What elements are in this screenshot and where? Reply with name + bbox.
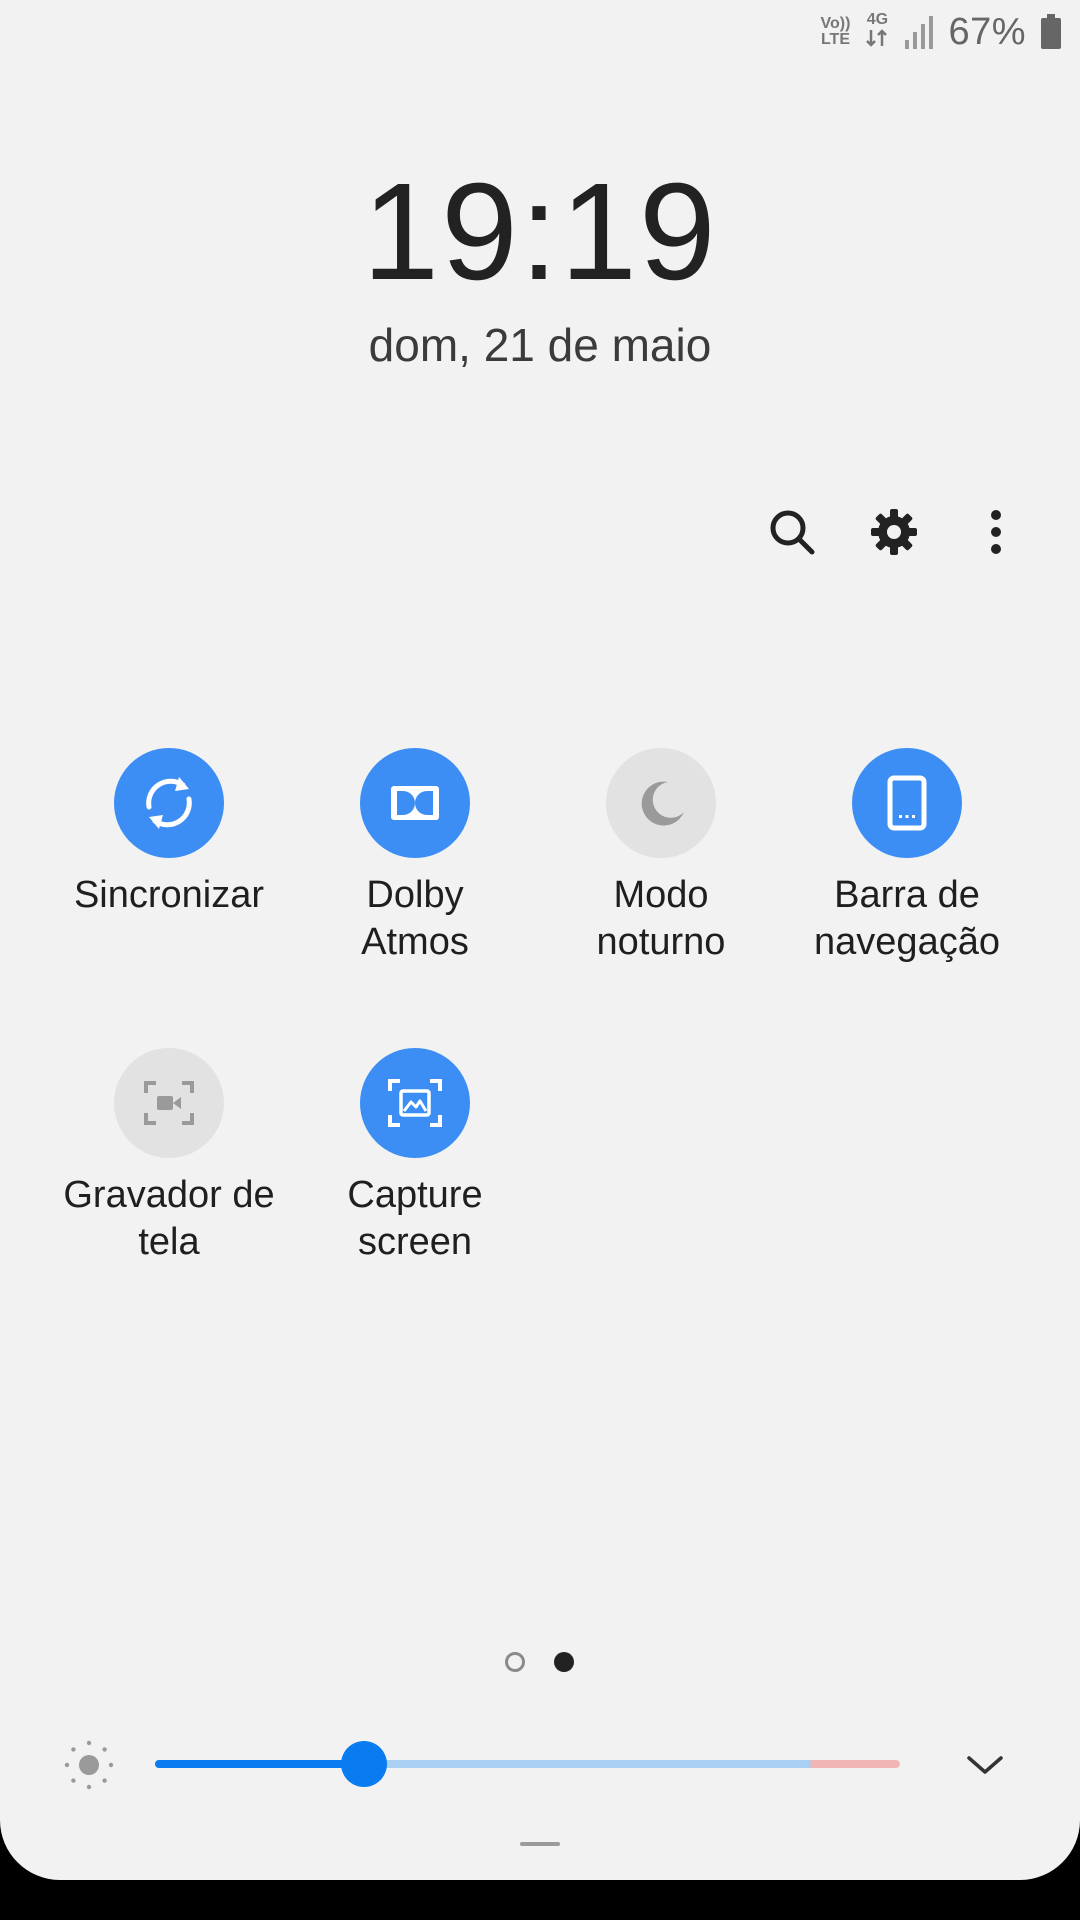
- expand-button[interactable]: [955, 1740, 1015, 1790]
- tile-screen-recorder-button[interactable]: [114, 1048, 224, 1158]
- tile-capture-screen-button[interactable]: [360, 1048, 470, 1158]
- brightness-slider-fill: [155, 1760, 364, 1768]
- signal-icon: [905, 16, 934, 49]
- tile-sync[interactable]: Sincronizar: [44, 748, 294, 919]
- volte-text: Vo)): [820, 15, 851, 32]
- chevron-down-icon: [967, 1756, 1003, 1774]
- tile-dolby-atmos-button[interactable]: [360, 748, 470, 858]
- brightness-slider-thumb[interactable]: [340, 1741, 387, 1787]
- quick-settings-panel: Vo)) LTE 4G 67% 19:19 dom, 21 de maio Si…: [0, 0, 1080, 1880]
- settings-gear-icon: [871, 509, 917, 555]
- page-dot-1[interactable]: [505, 1652, 525, 1672]
- clock-time[interactable]: 19:19: [0, 162, 1080, 302]
- clock-date[interactable]: dom, 21 de maio: [0, 318, 1080, 372]
- tile-dolby-atmos-label: Dolby Atmos: [361, 874, 469, 963]
- more-options-icon: [991, 510, 1001, 554]
- data-arrows-icon: [866, 29, 888, 47]
- tile-screen-recorder-label: Gravador de tela: [63, 1174, 275, 1263]
- page-dot-2[interactable]: [554, 1652, 574, 1672]
- navigation-bar-icon: [887, 775, 927, 831]
- capture-screen-icon: [388, 1079, 442, 1127]
- tile-navigation-bar-label: Barra de navegação: [814, 874, 1000, 963]
- sync-icon: [146, 777, 192, 829]
- network-type-text: 4G: [866, 11, 889, 28]
- settings-button[interactable]: [862, 500, 926, 564]
- battery-percent: 67%: [948, 10, 1026, 53]
- tile-screen-recorder[interactable]: Gravador de tela: [44, 1048, 294, 1266]
- 4g-data-icon: 4G: [864, 12, 890, 52]
- search-icon: [770, 510, 815, 555]
- tile-night-mode-label: Modo noturno: [596, 874, 726, 963]
- more-options-button[interactable]: [964, 500, 1028, 564]
- battery-icon: [1041, 14, 1061, 49]
- tile-capture-screen-label: Capture screen: [347, 1174, 483, 1263]
- tile-capture-screen[interactable]: Capture screen: [290, 1048, 540, 1266]
- dolby-icon: [391, 786, 439, 820]
- moon-icon: [641, 781, 684, 826]
- status-bar: Vo)) LTE 4G 67%: [821, 10, 1062, 54]
- screen-recorder-icon: [144, 1081, 194, 1125]
- tile-sync-button[interactable]: [114, 748, 224, 858]
- tile-night-mode[interactable]: Modo noturno: [536, 748, 786, 966]
- tile-navigation-bar-button[interactable]: [852, 748, 962, 858]
- tile-sync-label: Sincronizar: [73, 874, 265, 916]
- tile-navigation-bar[interactable]: Barra de navegação: [782, 748, 1032, 966]
- lte-text: LTE: [820, 31, 850, 48]
- panel-drag-handle[interactable]: [520, 1842, 560, 1846]
- search-button[interactable]: [760, 500, 824, 564]
- volte-icon: Vo)) LTE: [821, 16, 851, 48]
- brightness-icon: [64, 1740, 114, 1790]
- brightness-slider[interactable]: [155, 1741, 900, 1787]
- tile-dolby-atmos[interactable]: Dolby Atmos: [290, 748, 540, 966]
- tile-night-mode-button[interactable]: [606, 748, 716, 858]
